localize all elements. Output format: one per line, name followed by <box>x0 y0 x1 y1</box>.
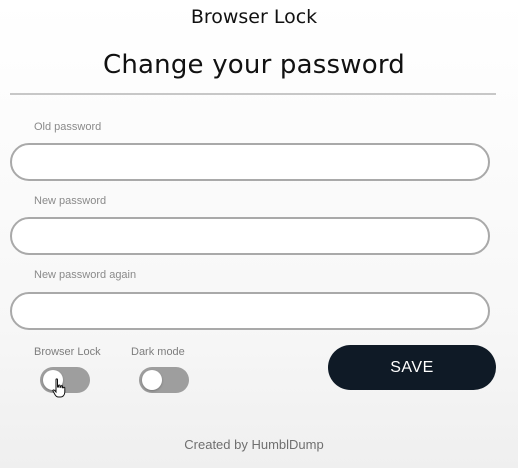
header-divider <box>10 93 496 95</box>
toggle-knob <box>142 370 162 390</box>
new-password-again-label: New password again <box>34 269 137 281</box>
new-password-again-field[interactable] <box>10 292 490 330</box>
footer-credits: Created by HumblDump <box>184 437 324 452</box>
hand-pointer-icon <box>52 378 66 398</box>
dark-mode-toggle[interactable] <box>139 367 189 393</box>
app-title: Browser Lock <box>190 6 318 28</box>
dark-mode-toggle-label: Dark mode <box>131 346 185 358</box>
old-password-field[interactable] <box>10 143 490 181</box>
page-heading: Change your password <box>103 50 405 80</box>
browser-lock-toggle-label: Browser Lock <box>34 346 101 358</box>
new-password-field[interactable] <box>10 217 490 255</box>
save-button[interactable]: SAVE <box>328 345 496 390</box>
old-password-label: Old password <box>34 121 102 133</box>
new-password-label: New password <box>34 195 107 207</box>
